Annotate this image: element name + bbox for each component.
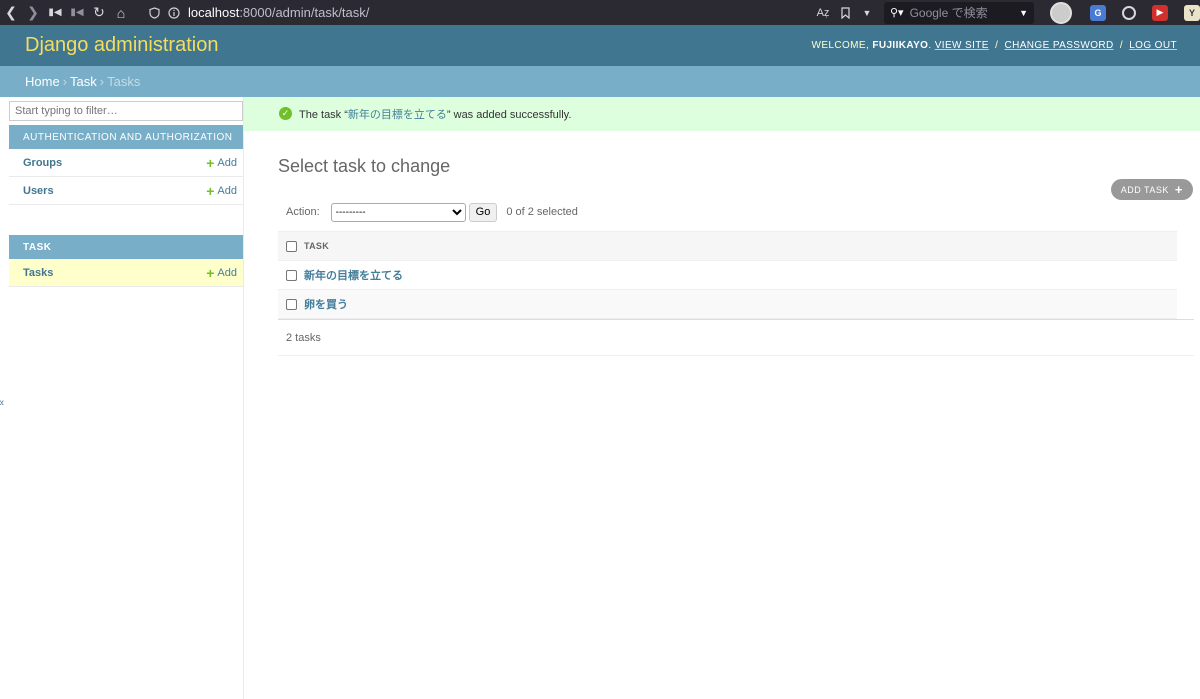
task-cell: 卵を買う xyxy=(304,289,1177,319)
content-area: ✓ The task “新年の目標を立てる” was added success… xyxy=(244,97,1200,699)
breadcrumb-separator: › xyxy=(99,74,105,89)
go-button[interactable]: Go xyxy=(468,202,498,222)
module-caption-auth[interactable]: Authentication and Authorization xyxy=(9,125,243,149)
separator: / xyxy=(995,40,999,51)
plus-icon: + xyxy=(206,182,215,199)
yahoo-extension-icon[interactable]: Y xyxy=(1184,4,1200,21)
paginator: 2 tasks xyxy=(278,319,1194,356)
browser-search-input[interactable]: ⚲▾ Google で検索 ▼ xyxy=(884,1,1034,24)
change-password-link[interactable]: CHANGE PASSWORD xyxy=(1004,40,1113,51)
row-checkbox-cell xyxy=(278,289,304,319)
task-link[interactable]: 卵を買う xyxy=(304,299,348,311)
translate-icon[interactable]: Aẓ xyxy=(812,2,834,24)
welcome-text: WELCOME, xyxy=(811,40,870,51)
select-all-checkbox[interactable] xyxy=(286,240,297,252)
breadcrumb-home[interactable]: Home xyxy=(25,74,60,89)
sidebar-link-groups[interactable]: Groups xyxy=(23,157,62,169)
url-text: localhost:8000/admin/task/task/ xyxy=(188,5,370,20)
table-header-row: TASK xyxy=(278,231,1177,261)
page-title: Select task to change xyxy=(278,156,451,176)
site-branding[interactable]: Django administration xyxy=(25,34,218,57)
log-out-link[interactable]: LOG OUT xyxy=(1129,40,1177,51)
row-checkbox[interactable] xyxy=(286,269,297,281)
user-tools: WELCOME, FUJIIKAYO. VIEW SITE / CHANGE P… xyxy=(811,40,1177,51)
task-cell: 新年の目標を立てる xyxy=(304,260,1177,290)
sidebar-toggle-icon[interactable]: « xyxy=(0,397,4,409)
skip-forward-icon[interactable]: ▮◀ xyxy=(66,2,88,24)
target-extension-icon[interactable] xyxy=(1122,5,1136,20)
skip-back-icon[interactable]: ▮◀ xyxy=(44,2,66,24)
add-label: Add xyxy=(217,184,237,197)
chevron-down-icon[interactable]: ▼ xyxy=(856,2,878,24)
profile-avatar[interactable] xyxy=(1050,1,1072,24)
breadcrumb: Home › Task › Tasks xyxy=(0,66,1200,97)
module-task: Task Tasks + Add xyxy=(9,235,243,287)
admin-header: Django administration WELCOME, FUJIIKAYO… xyxy=(0,25,1200,66)
message-object-link[interactable]: 新年の目標を立てる xyxy=(348,109,447,121)
sidebar-link-tasks[interactable]: Tasks xyxy=(23,267,53,279)
success-message: ✓ The task “新年の目標を立てる” was added success… xyxy=(244,97,1200,131)
actions-bar: Action: --------- Go 0 of 2 selected xyxy=(278,202,1194,222)
translate-extension-icon[interactable]: G xyxy=(1090,4,1106,21)
bookmark-icon[interactable] xyxy=(834,2,856,24)
search-dropdown-icon[interactable]: ▼ xyxy=(1019,8,1028,18)
search-placeholder: Google で検索 xyxy=(909,6,988,20)
breadcrumb-separator: › xyxy=(62,74,68,89)
add-label: Add xyxy=(217,156,237,169)
selection-counter: 0 of 2 selected xyxy=(506,206,578,218)
breadcrumb-task-app[interactable]: Task xyxy=(70,74,97,89)
sidebar-item-users: Users + Add xyxy=(9,177,243,205)
breadcrumb-current: Tasks xyxy=(107,74,141,89)
task-link[interactable]: 新年の目標を立てる xyxy=(304,270,403,282)
username: FUJIIKAYO xyxy=(872,40,929,51)
row-checkbox[interactable] xyxy=(286,298,297,310)
column-header-task[interactable]: TASK xyxy=(304,231,1177,261)
add-label: Add xyxy=(217,266,237,279)
home-icon[interactable]: ⌂ xyxy=(110,2,132,24)
nav-sidebar: Authentication and Authorization Groups … xyxy=(0,97,244,699)
module-caption-task[interactable]: Task xyxy=(9,235,243,259)
result-table: TASK 新年の目標を立てる 卵を買う xyxy=(278,231,1177,319)
sidebar-item-groups: Groups + Add xyxy=(9,149,243,177)
add-users-link[interactable]: + Add xyxy=(206,184,237,198)
back-icon[interactable]: ❮ xyxy=(0,2,22,24)
check-icon: ✓ xyxy=(279,107,292,120)
changelist: Select task to change ADD TASK + Action: … xyxy=(244,156,1200,356)
plus-icon: + xyxy=(206,264,215,281)
view-site-link[interactable]: VIEW SITE xyxy=(935,40,989,51)
row-checkbox-cell xyxy=(278,260,304,290)
success-message-text: The task “新年の目標を立てる” was added successfu… xyxy=(299,109,572,121)
plus-icon: + xyxy=(206,154,215,171)
table-row: 新年の目標を立てる xyxy=(278,260,1177,290)
select-all-cell xyxy=(278,231,304,261)
nav-filter-input[interactable] xyxy=(9,101,243,121)
table-row: 卵を買う xyxy=(278,289,1177,319)
module-spacer xyxy=(9,205,243,231)
video-extension-icon[interactable]: ▶ xyxy=(1152,4,1168,21)
action-select[interactable]: --------- xyxy=(330,202,466,222)
reload-icon[interactable]: ↻ xyxy=(88,2,110,24)
forward-icon[interactable]: ❯ xyxy=(22,2,44,24)
add-task-button[interactable]: ADD TASK + xyxy=(1110,179,1193,200)
sidebar-item-tasks: Tasks + Add xyxy=(9,259,243,287)
browser-toolbar: ❮ ❯ ▮◀ ▮◀ ↻ ⌂ localhost:8000/admin/task/… xyxy=(0,0,1200,25)
add-tasks-link[interactable]: + Add xyxy=(206,266,237,280)
module-auth: Authentication and Authorization Groups … xyxy=(9,125,243,205)
search-icon: ⚲▾ xyxy=(890,7,904,19)
info-icon[interactable] xyxy=(166,5,182,21)
action-label: Action: xyxy=(286,206,320,218)
plus-icon: + xyxy=(1174,182,1183,197)
sidebar-link-users[interactable]: Users xyxy=(23,185,54,197)
url-bar[interactable]: localhost:8000/admin/task/task/ xyxy=(146,5,369,21)
add-groups-link[interactable]: + Add xyxy=(206,156,237,170)
shield-icon xyxy=(146,5,162,21)
separator: / xyxy=(1119,40,1123,51)
